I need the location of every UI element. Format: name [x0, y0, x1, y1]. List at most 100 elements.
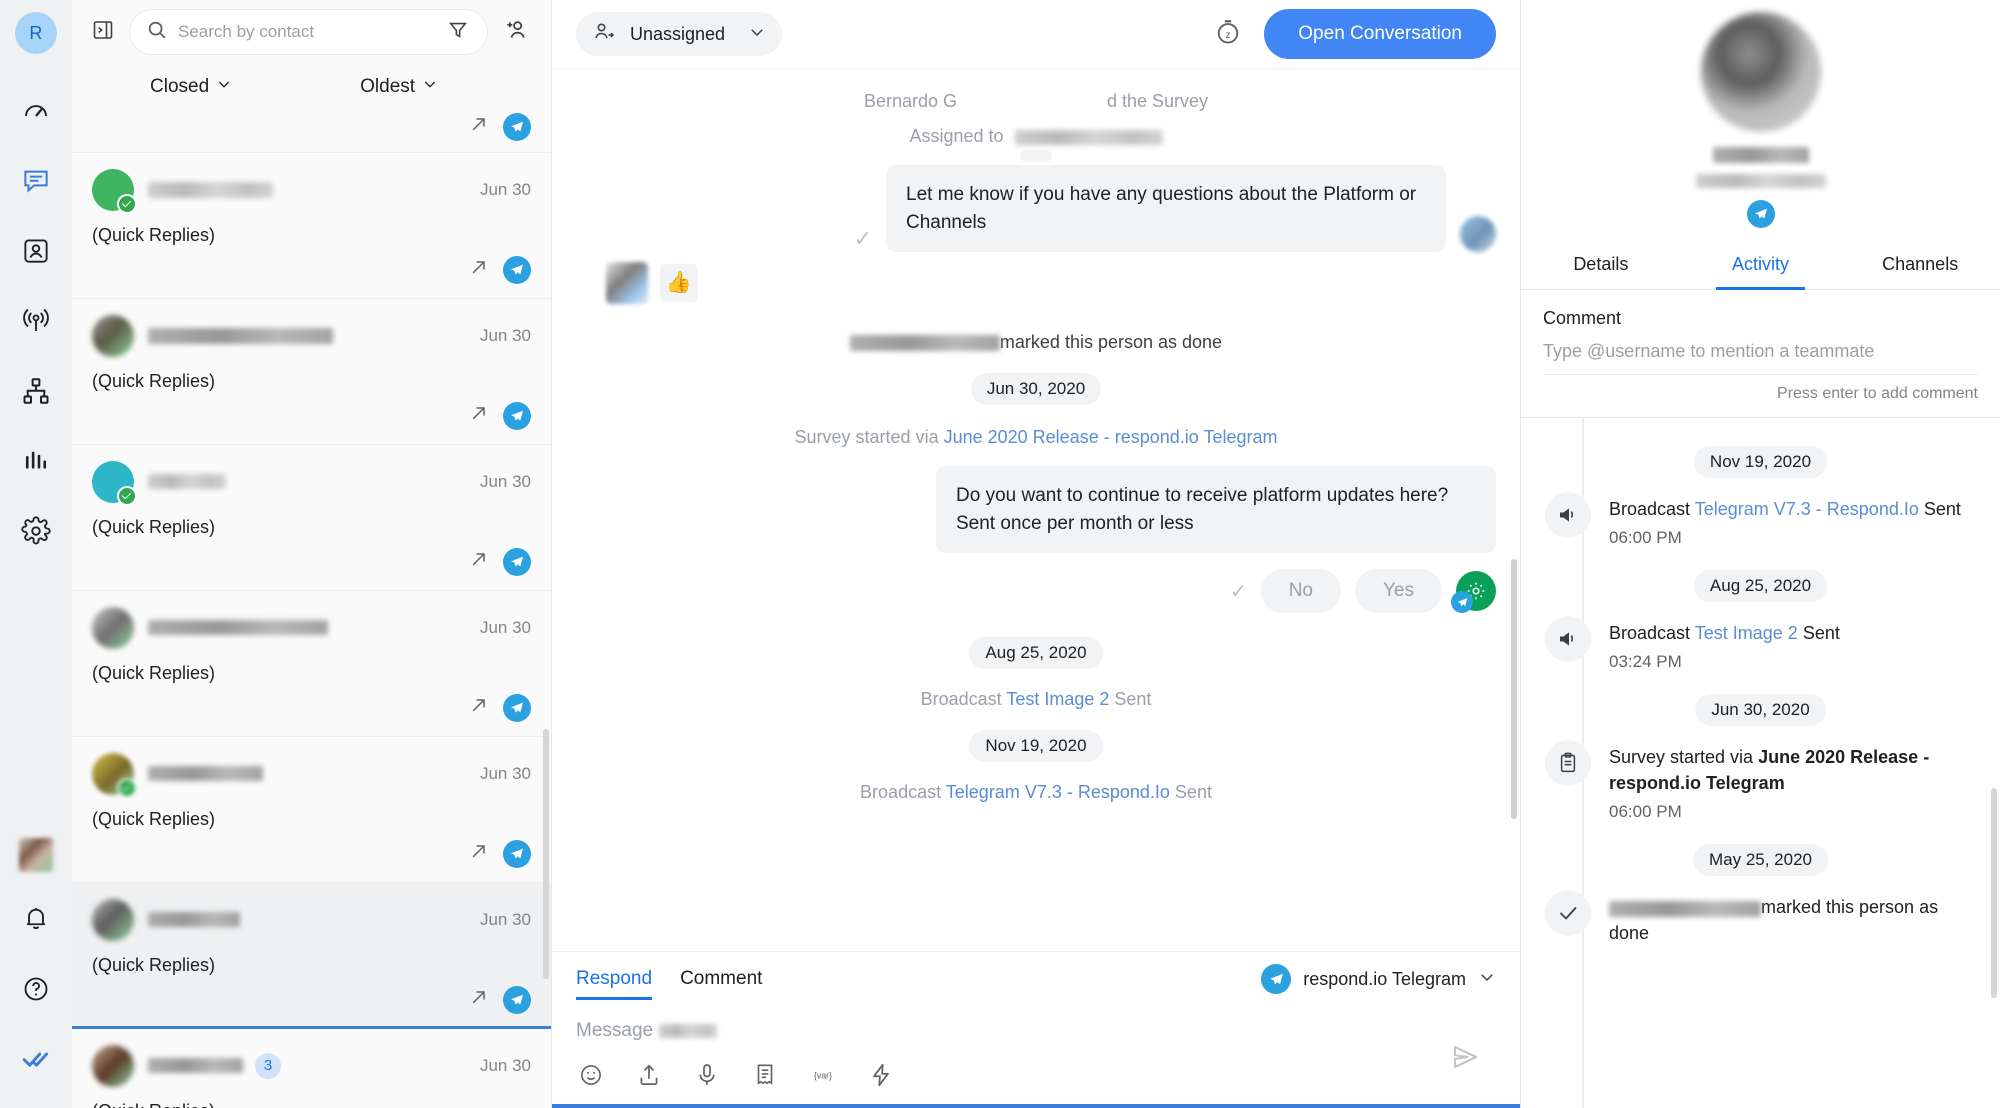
message-bubble: Let me know if you have any questions ab…: [886, 165, 1446, 253]
emoji-button[interactable]: [576, 1062, 606, 1092]
upload-button[interactable]: [634, 1062, 664, 1092]
marked-done-text: marked this person as done: [999, 332, 1223, 353]
comment-input[interactable]: Type @username to mention a teammate: [1543, 341, 1978, 375]
survey-started-link[interactable]: June 2020 Release - respond.io Telegram: [944, 427, 1278, 447]
workflow-icon: [21, 376, 51, 406]
snippet-button[interactable]: [750, 1062, 780, 1092]
list-item[interactable]: 3 Jun 30 (Quick Replies): [72, 1029, 551, 1108]
list-item[interactable]: Jun 30 (Quick Replies): [72, 737, 551, 883]
snooze-button[interactable]: z: [1208, 14, 1248, 54]
add-contact-button[interactable]: [497, 13, 535, 51]
tab-comment[interactable]: Comment: [680, 968, 762, 1000]
avatar: [92, 314, 134, 357]
delivered-check-icon: ✓: [853, 226, 872, 252]
conversation-toolbar: Unassigned z Open Conversation: [552, 0, 1520, 68]
tab-activity[interactable]: Activity: [1681, 242, 1841, 290]
message-placeholder: Message: [576, 1020, 654, 1041]
sidebar-item-settings[interactable]: [12, 507, 60, 555]
sort-filter[interactable]: Oldest: [360, 76, 438, 98]
mark-all-read-button[interactable]: [12, 1035, 60, 1083]
help-button[interactable]: [12, 965, 60, 1013]
message-thread[interactable]: Bernardo G d the Survey Assigned to ✓ Let…: [552, 68, 1520, 951]
sidebar-item-dashboard[interactable]: [12, 87, 60, 135]
channel-selector[interactable]: respond.io Telegram: [1261, 964, 1496, 994]
conversation-date: Jun 30: [479, 909, 531, 929]
message-reactions[interactable]: 👍: [606, 262, 1496, 305]
bell-icon: [22, 905, 50, 933]
survey-completed-line: Bernardo G d the Survey: [576, 89, 1496, 114]
search-input[interactable]: [178, 22, 431, 43]
date-divider-jun: Jun 30, 2020: [576, 373, 1496, 406]
send-button[interactable]: [1448, 1042, 1482, 1076]
avatar: [92, 606, 134, 649]
conversation-list-scrollbar[interactable]: [543, 728, 549, 979]
sidebar-item-messages[interactable]: [12, 157, 60, 205]
activity-timeline[interactable]: Nov 19, 2020 Broadcast Telegram V7.3 - R…: [1521, 418, 2000, 1108]
timeline-date-jun: Jun 30, 2020: [1545, 694, 1976, 727]
notifications-button[interactable]: [12, 895, 60, 943]
variable-icon: {var}: [808, 1064, 838, 1091]
composer-focus-underline: [552, 1104, 1520, 1108]
chevron-down-icon: [1478, 968, 1496, 991]
double-check-icon: [21, 1044, 51, 1074]
date-divider-nov: Nov 19, 2020: [576, 730, 1496, 763]
contact-details-panel: Details Activity Channels Comment Type @…: [1520, 0, 2000, 1108]
verified-badge: [117, 777, 137, 798]
variable-button[interactable]: {var}: [808, 1062, 838, 1092]
broadcast-link[interactable]: Test Image 2: [1006, 689, 1109, 709]
timeline-date-aug: Aug 25, 2020: [1545, 570, 1976, 603]
avatar: [92, 898, 134, 941]
sidebar-item-reports[interactable]: [12, 437, 60, 485]
tab-respond[interactable]: Respond: [576, 968, 653, 1000]
filter-button[interactable]: [441, 15, 475, 49]
list-item[interactable]: [72, 112, 551, 153]
broadcast-link[interactable]: Telegram V7.3 - Respond.Io: [1695, 499, 1919, 519]
quick-reply-yes-button[interactable]: Yes: [1355, 569, 1442, 614]
app-root: R Search by contact Closed Oldest Jun 30…: [0, 0, 2000, 1108]
timeline-scrollbar[interactable]: [1991, 788, 1997, 998]
list-item[interactable]: Jun 30 (Quick Replies): [72, 299, 551, 445]
message-input[interactable]: Message: [576, 1020, 1496, 1042]
conversation-snippet: (Quick Replies): [92, 224, 216, 245]
list-item[interactable]: Jun 30 (Quick Replies): [72, 153, 551, 299]
sidebar-item-workflows[interactable]: [12, 367, 60, 415]
timeline-text: Broadcast Test Image 2 Sent: [1609, 620, 1976, 646]
conversation-list-scroll[interactable]: Jun 30 (Quick Replies) Jun 30 (Quick Rep…: [72, 109, 551, 1108]
avatar[interactable]: R: [15, 12, 57, 54]
assigned-to-line: Assigned to: [576, 124, 1496, 149]
tab-details[interactable]: Details: [1521, 242, 1681, 289]
timeline-text: marked this person as done: [1609, 894, 1976, 946]
collapse-panel-button[interactable]: [86, 15, 120, 49]
broadcast-prefix: Broadcast: [920, 689, 1002, 710]
thread-scrollbar[interactable]: [1511, 559, 1517, 819]
timeline-date-nov: Nov 19, 2020: [1545, 446, 1976, 478]
broadcast-link[interactable]: Telegram V7.3 - Respond.Io: [946, 782, 1170, 802]
forward-icon: [469, 695, 489, 720]
list-item[interactable]: Jun 30 (Quick Replies): [72, 882, 551, 1029]
assignee-selector[interactable]: Unassigned: [576, 12, 782, 56]
quick-reply-no-button[interactable]: No: [1260, 569, 1341, 614]
sidebar-item-broadcasts[interactable]: [12, 297, 60, 345]
send-icon: [1450, 1042, 1480, 1077]
broadcast-link[interactable]: Test Image 2: [1695, 623, 1798, 643]
tab-channels[interactable]: Channels: [1840, 242, 2000, 289]
broadcast-suffix: Sent: [1114, 689, 1152, 710]
comment-hint: Press enter to add comment: [1777, 385, 1978, 402]
avatar-thumbnail[interactable]: [19, 838, 53, 872]
survey-started-line: Survey started via June 2020 Release - r…: [576, 425, 1496, 450]
open-conversation-button[interactable]: Open Conversation: [1264, 9, 1496, 59]
assigned-to-label: Assigned to: [909, 126, 1004, 146]
shortcut-button[interactable]: [866, 1062, 896, 1092]
status-filter[interactable]: Closed: [150, 76, 232, 98]
emoji-icon: [578, 1062, 604, 1093]
timeline-date-may: May 25, 2020: [1545, 844, 1976, 877]
search-box[interactable]: [130, 10, 487, 55]
message-composer: Respond Comment respond.io Telegram Mess…: [552, 951, 1520, 1108]
sidebar-item-contacts[interactable]: [12, 227, 60, 275]
reaction-emoji[interactable]: 👍: [660, 264, 698, 303]
check-icon: [1545, 890, 1591, 937]
voice-button[interactable]: [692, 1062, 722, 1092]
list-item[interactable]: Jun 30 (Quick Replies): [72, 445, 551, 591]
list-item[interactable]: Jun 30 (Quick Replies): [72, 591, 551, 737]
contact-name: [148, 474, 466, 490]
